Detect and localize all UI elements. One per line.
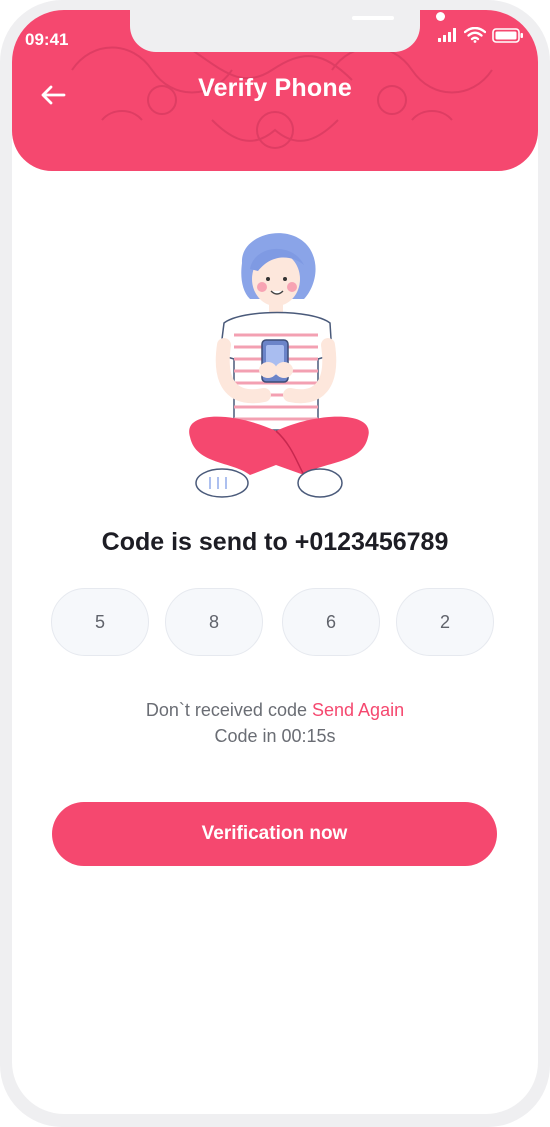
wifi-icon	[464, 27, 486, 43]
otp-input-row: 5 8 6 2	[51, 588, 497, 658]
girl-with-phone-illustration	[189, 233, 369, 498]
status-time: 09:41	[25, 30, 69, 49]
resend-line: Don`t received code Send Again	[12, 700, 538, 721]
page-title: Verify Phone	[198, 74, 352, 102]
signal-icon	[438, 28, 456, 42]
otp-digit-2[interactable]: 8	[165, 588, 263, 656]
speaker-grille	[352, 16, 394, 20]
device-notch	[130, 10, 445, 52]
verification-now-button[interactable]: Verification now	[52, 802, 497, 866]
resend-timer: Code in 00:15s	[214, 726, 336, 746]
status-icons	[438, 27, 524, 43]
phone-frame: 09:41 Verify Phone Code is send to +0123…	[0, 0, 550, 1127]
otp-digit-4[interactable]: 2	[396, 588, 494, 656]
battery-icon	[492, 27, 523, 43]
otp-digit-1[interactable]: 5	[51, 588, 149, 656]
send-again-link[interactable]: Send Again	[312, 700, 404, 720]
code-sent-heading: Code is send to +0123456789	[101, 528, 449, 556]
otp-digit-3[interactable]: 6	[282, 588, 380, 656]
resend-prompt: Don`t received code	[145, 700, 307, 720]
front-camera	[436, 12, 445, 21]
screen: 09:41 Verify Phone Code is send to +0123…	[12, 10, 538, 1114]
